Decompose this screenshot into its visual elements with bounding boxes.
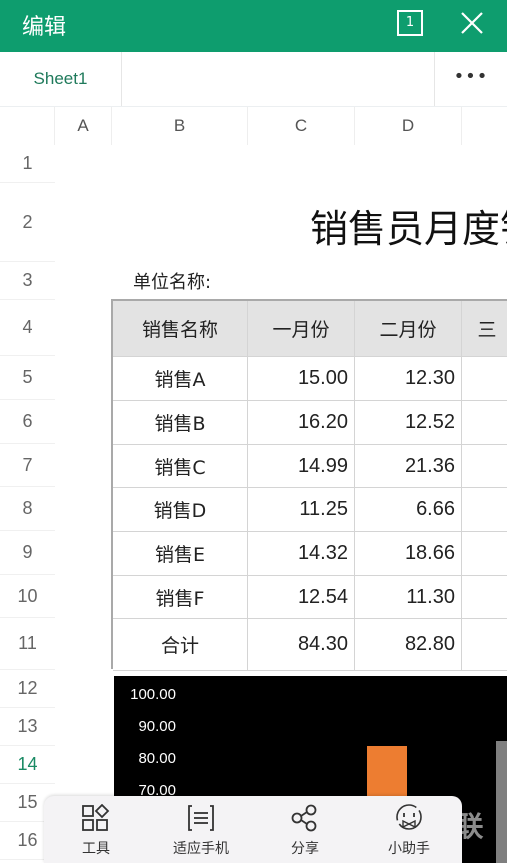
tools-button[interactable]: 工具 [46, 804, 146, 858]
close-button[interactable] [455, 6, 489, 40]
y-tick-label: 90.00 [138, 718, 176, 735]
table-cell-feb[interactable]: 11.30 [355, 576, 462, 619]
table-cell-feb[interactable]: 6.66 [355, 488, 462, 532]
table-header-cell[interactable]: 一月份 [248, 301, 355, 357]
table-cell-jan[interactable]: 16.20 [248, 401, 355, 445]
table-cell-mar[interactable] [462, 576, 507, 619]
assistant-icon [396, 804, 422, 830]
tools-label: 工具 [82, 841, 110, 857]
table-cell-jan[interactable]: 12.54 [248, 576, 355, 619]
chart-bar-series-2[interactable] [496, 740, 507, 863]
corner-cell[interactable] [0, 107, 55, 145]
tab-sheet1[interactable]: Sheet1 [0, 52, 122, 106]
row-header[interactable]: 7 [0, 444, 55, 487]
fit-phone-button[interactable]: 适应手机 [151, 804, 251, 858]
table-cell-mar[interactable] [462, 619, 507, 671]
table-cell-jan[interactable]: 15.00 [248, 357, 355, 401]
page-count-button[interactable]: 1 [397, 10, 423, 36]
table-cell-mar[interactable] [462, 445, 507, 488]
y-tick-label: 80.00 [138, 750, 176, 767]
unit-label[interactable]: 单位名称: [133, 268, 211, 294]
more-icon: ••• [453, 66, 489, 87]
table-cell-feb[interactable]: 12.30 [355, 357, 462, 401]
column-header[interactable]: A [55, 107, 112, 145]
data-table: 销售名称 一月份 二月份三销售A 15.00 12.30 销售B 16.20 12.52 销售C… [111, 299, 507, 671]
table-header-cell[interactable]: 二月份 [355, 301, 462, 357]
row-header[interactable]: 9 [0, 531, 55, 575]
table-cell-name[interactable]: 销售E [113, 532, 248, 576]
table-cell-mar[interactable] [462, 488, 507, 532]
table-cell-feb[interactable]: 21.36 [355, 445, 462, 488]
table-header-cell[interactable]: 销售名称 [113, 301, 248, 357]
row-header[interactable]: 5 [0, 356, 55, 400]
header-title: 编辑 [22, 15, 67, 40]
assistant-button[interactable]: 小助手 [359, 804, 459, 858]
table-cell-name[interactable]: 销售D [113, 488, 248, 532]
y-tick-label: 100.00 [130, 686, 176, 703]
row-header[interactable]: 1 [0, 145, 55, 183]
table-cell-feb[interactable]: 18.66 [355, 532, 462, 576]
column-header[interactable]: B [112, 107, 248, 145]
row-header[interactable]: 3 [0, 262, 55, 300]
sheet-title[interactable]: 销售员月度销 [310, 198, 507, 253]
row-header[interactable]: 12 [0, 670, 55, 708]
fit-phone-label: 适应手机 [173, 841, 229, 857]
table-cell-jan[interactable]: 14.32 [248, 532, 355, 576]
assistant-label: 小助手 [388, 841, 430, 857]
share-label: 分享 [291, 841, 319, 857]
bottom-toolbar: 工具 适应手机 分享 小助手 [44, 796, 462, 863]
table-cell-name[interactable]: 销售F [113, 576, 248, 619]
column-header[interactable] [462, 107, 507, 145]
share-button[interactable]: 分享 [255, 804, 355, 858]
sheet-tab-bar: Sheet1 ••• [0, 52, 507, 107]
row-header[interactable]: 10 [0, 575, 55, 618]
row-header[interactable]: 13 [0, 708, 55, 746]
table-cell-name[interactable]: 销售C [113, 445, 248, 488]
row-header[interactable]: 4 [0, 300, 55, 356]
fit-phone-icon [188, 805, 214, 831]
row-header[interactable]: 2 [0, 183, 55, 262]
table-cell-feb[interactable]: 82.80 [355, 619, 462, 671]
row-header[interactable]: 11 [0, 618, 55, 670]
table-cell-mar[interactable] [462, 532, 507, 576]
table-cell-jan[interactable]: 14.99 [248, 445, 355, 488]
table-cell-jan[interactable]: 84.30 [248, 619, 355, 671]
table-cell-feb[interactable]: 12.52 [355, 401, 462, 445]
column-header-row: A B C D [0, 107, 507, 145]
row-header[interactable]: 6 [0, 400, 55, 444]
table-cell-name[interactable]: 销售A [113, 357, 248, 401]
share-icon [291, 804, 317, 832]
table-cell-name[interactable]: 合计 [113, 619, 248, 671]
app-header: 编辑 1 [0, 0, 507, 52]
column-header[interactable]: C [248, 107, 355, 145]
table-cell-name[interactable]: 销售B [113, 401, 248, 445]
table-cell-mar[interactable] [462, 401, 507, 445]
table-header-cell[interactable]: 三 [462, 301, 507, 357]
table-cell-mar[interactable] [462, 357, 507, 401]
close-icon [461, 12, 483, 34]
column-header[interactable]: D [355, 107, 462, 145]
tools-icon [82, 804, 110, 831]
row-header[interactable]: 14 [0, 746, 55, 784]
row-header[interactable]: 8 [0, 487, 55, 531]
more-button[interactable]: ••• [434, 52, 507, 106]
table-cell-jan[interactable]: 11.25 [248, 488, 355, 532]
